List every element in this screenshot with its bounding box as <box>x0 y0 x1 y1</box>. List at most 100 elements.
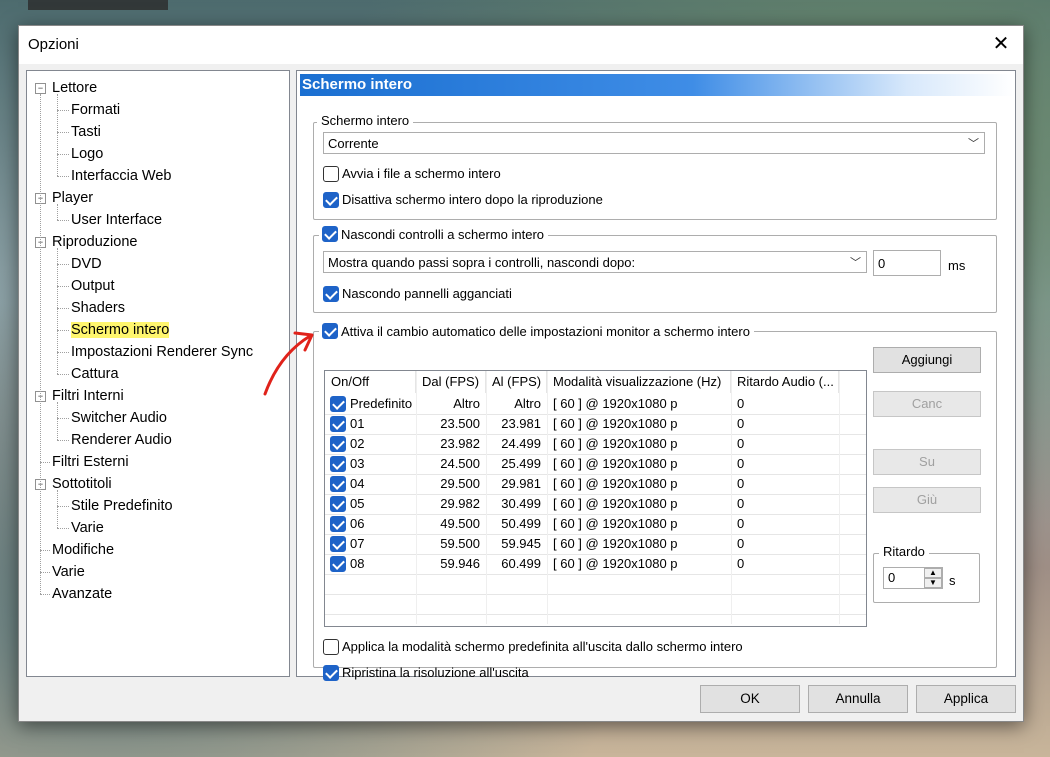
move-up-button[interactable]: Su <box>873 449 981 475</box>
tree-item-stile-predefinito[interactable]: Stile Predefinito <box>71 495 173 517</box>
tree-item-interfaccia-web[interactable]: Interfaccia Web <box>71 165 171 187</box>
table-row[interactable]: 01 23.500 23.981 [ 60 ] @ 1920x1080 p 0 <box>325 414 866 435</box>
display-modes-list[interactable]: On/Off Dal (FPS) Al (FPS) Modalità visualiz… <box>324 370 867 627</box>
collapse-icon[interactable]: − <box>35 83 46 94</box>
delete-button[interactable]: Canc <box>873 391 981 417</box>
tree-item-tasti[interactable]: Tasti <box>71 121 101 143</box>
table-row[interactable]: 08 59.946 60.499 [ 60 ] @ 1920x1080 p 0 <box>325 554 866 575</box>
cell-delay: 0 <box>737 396 745 411</box>
apply-button[interactable]: Applica <box>916 685 1016 713</box>
row-enable-checkbox[interactable] <box>330 456 346 472</box>
column-header[interactable]: Ritardo Audio (... <box>731 371 839 393</box>
table-row[interactable]: Predefinito Altro Altro [ 60 ] @ 1920x1080 … <box>325 394 866 415</box>
table-row[interactable]: 03 24.500 25.499 [ 60 ] @ 1920x1080 p 0 <box>325 454 866 475</box>
row-enable-checkbox[interactable] <box>330 476 346 492</box>
row-enable-checkbox[interactable] <box>330 436 346 452</box>
row-enable-checkbox[interactable] <box>330 496 346 512</box>
hide-delay-unit: ms <box>948 258 966 273</box>
tree-item-filtri-interni[interactable]: Filtri Interni <box>52 385 124 407</box>
cell-name: 01 <box>350 416 365 431</box>
tree-item-label: Varie <box>71 520 104 536</box>
fullscreen-group-legend: Schermo intero <box>317 113 414 128</box>
table-row[interactable]: 02 23.982 24.499 [ 60 ] @ 1920x1080 p 0 <box>325 434 866 455</box>
row-enable-checkbox[interactable] <box>330 556 346 572</box>
column-header[interactable]: Modalità visualizzazione (Hz) <box>547 371 731 393</box>
auto-monitor-label: Attiva il cambio automatico delle impost… <box>341 324 750 339</box>
tree-item-varie[interactable]: Varie <box>71 517 104 539</box>
tree-item-output[interactable]: Output <box>71 275 115 297</box>
apply-default-mode-checkbox[interactable] <box>323 639 339 655</box>
table-row <box>325 594 866 615</box>
tree-connector <box>40 462 50 463</box>
column-divider <box>731 371 732 624</box>
spin-down-icon[interactable]: ▼ <box>924 578 942 588</box>
disable-fullscreen-checkbox[interactable] <box>323 192 339 208</box>
table-row[interactable]: 07 59.500 59.945 [ 60 ] @ 1920x1080 p 0 <box>325 534 866 555</box>
column-header[interactable]: Dal (FPS) <box>416 371 486 393</box>
table-row[interactable]: 06 49.500 50.499 [ 60 ] @ 1920x1080 p 0 <box>325 514 866 535</box>
row-enable-checkbox[interactable] <box>330 536 346 552</box>
delay-unit: s <box>949 573 956 588</box>
fullscreen-monitor-value: Corrente <box>328 136 379 151</box>
column-header[interactable]: On/Off <box>325 371 416 393</box>
column-header[interactable]: Al (FPS) <box>486 371 547 393</box>
table-row <box>325 574 866 595</box>
chevron-down-icon: ﹀ <box>850 257 861 269</box>
row-enable-checkbox[interactable] <box>330 516 346 532</box>
cell-to: Altro <box>514 396 541 411</box>
tree-item-logo[interactable]: Logo <box>71 143 103 165</box>
cell-to: 50.499 <box>501 516 541 531</box>
tree-item-label: Shaders <box>71 300 126 316</box>
delay-spinner[interactable]: ▲ ▼ <box>924 568 942 588</box>
cell-name: 04 <box>350 476 365 491</box>
tree-item-lettore[interactable]: Lettore <box>52 77 97 99</box>
tree-item-schermo-intero[interactable]: Schermo intero <box>71 319 170 341</box>
tree-item-label: Interfaccia Web <box>71 168 172 184</box>
tree-item-cattura[interactable]: Cattura <box>71 363 119 385</box>
tree-item-varie[interactable]: Varie <box>52 561 85 583</box>
tree-item-modifiche[interactable]: Modifiche <box>52 539 114 561</box>
tree-item-label: Logo <box>71 146 104 162</box>
hide-docked-panels-checkbox[interactable] <box>323 286 339 302</box>
tree-item-filtri-esterni[interactable]: Filtri Esterni <box>52 451 129 473</box>
cancel-button[interactable]: Annulla <box>808 685 908 713</box>
tree-connector <box>57 330 69 331</box>
restore-resolution-checkbox[interactable] <box>323 665 339 681</box>
table-row[interactable]: 04 29.500 29.981 [ 60 ] @ 1920x1080 p 0 <box>325 474 866 495</box>
tree-item-formati[interactable]: Formati <box>71 99 120 121</box>
tree-item-switcher-audio[interactable]: Switcher Audio <box>71 407 167 429</box>
annotation-arrow-icon <box>263 331 314 396</box>
cell-name: 08 <box>350 556 365 571</box>
ok-button[interactable]: OK <box>700 685 800 713</box>
tree-item-dvd[interactable]: DVD <box>71 253 102 275</box>
spin-up-icon[interactable]: ▲ <box>924 568 942 578</box>
tree-item-renderer-audio[interactable]: Renderer Audio <box>71 429 172 451</box>
page-title: Schermo intero <box>300 74 1014 96</box>
tree-item-label: DVD <box>71 256 102 272</box>
tree-item-user-interface[interactable]: User Interface <box>71 209 162 231</box>
hide-delay-input[interactable]: 0 <box>873 250 941 276</box>
move-down-button[interactable]: Giù <box>873 487 981 513</box>
table-row[interactable]: 05 29.982 30.499 [ 60 ] @ 1920x1080 p 0 <box>325 494 866 515</box>
column-divider <box>839 371 840 624</box>
row-enable-checkbox[interactable] <box>330 396 346 412</box>
close-icon[interactable]: ✕ <box>985 28 1017 60</box>
tree-item-shaders[interactable]: Shaders <box>71 297 125 319</box>
tree-item-riproduzione[interactable]: Riproduzione <box>52 231 137 253</box>
launch-fullscreen-checkbox[interactable] <box>323 166 339 182</box>
hide-controls-mode-select[interactable]: Mostra quando passi sopra i controlli, n… <box>323 251 867 273</box>
tree-item-player[interactable]: Player <box>52 187 93 209</box>
row-enable-checkbox[interactable] <box>330 416 346 432</box>
add-button[interactable]: Aggiungi <box>873 347 981 373</box>
cell-to: 29.981 <box>501 476 541 491</box>
tree-item-impostazioni-renderer-sync[interactable]: Impostazioni Renderer Sync <box>71 341 253 363</box>
fullscreen-monitor-select[interactable]: Corrente ﹀ <box>323 132 985 154</box>
cell-from: 29.982 <box>440 496 480 511</box>
hide-controls-checkbox[interactable] <box>322 226 338 242</box>
tree-item-label: Renderer Audio <box>71 432 172 448</box>
tree-item-sottotitoli[interactable]: Sottotitoli <box>52 473 112 495</box>
tree-connector <box>57 132 69 133</box>
tree-item-avanzate[interactable]: Avanzate <box>52 583 112 605</box>
options-tree: Lettore − Formati Tasti Logo Interfaccia Web P… <box>26 70 290 677</box>
tree-item-label: Switcher Audio <box>71 410 167 426</box>
